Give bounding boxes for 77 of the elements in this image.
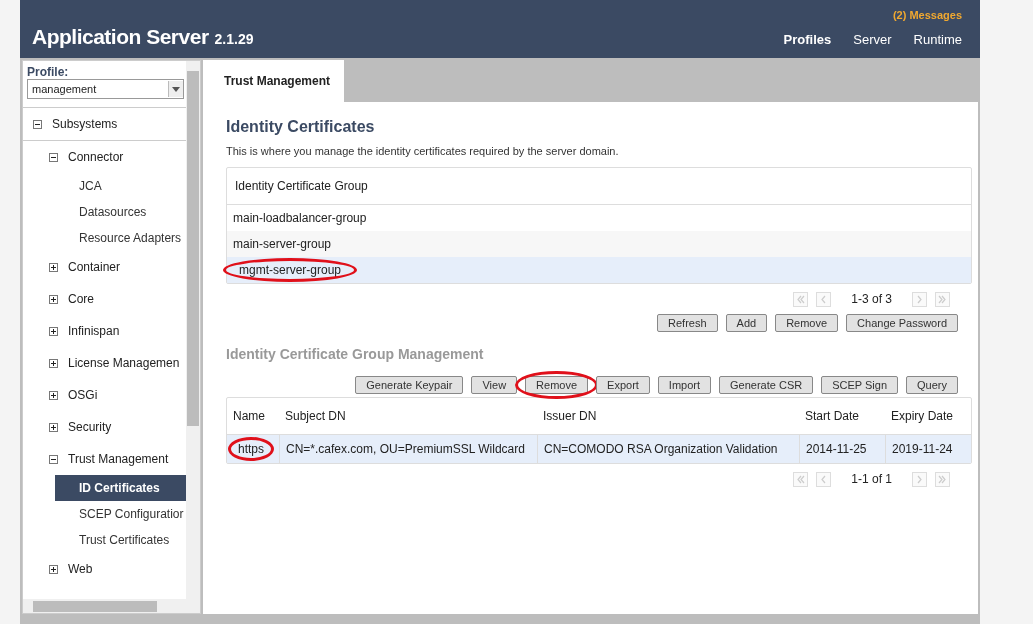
tree-item[interactable]: Container <box>68 260 121 274</box>
table-cell: CN=COMODO RSA Organization Validation <box>544 442 778 456</box>
table-cell-text: main-loadbalancer-group <box>232 211 368 225</box>
table-cell-text: mgmt-server-group <box>238 263 343 277</box>
action-button[interactable]: Add <box>725 314 768 332</box>
action-button[interactable]: Refresh <box>657 314 718 332</box>
nav-link[interactable]: Server <box>853 32 892 47</box>
expand-icon[interactable] <box>49 390 58 400</box>
expand-icon[interactable] <box>49 358 58 368</box>
action-button[interactable]: Remove <box>775 314 839 332</box>
action-button[interactable]: Generate Keypair <box>355 376 464 394</box>
table-cell: 2014-11-25 <box>806 442 867 456</box>
caret-icon <box>172 86 180 92</box>
collapse-icon[interactable] <box>33 119 42 129</box>
action-button[interactable]: Remove <box>525 376 589 394</box>
tree-item[interactable]: Resource Adapters <box>55 225 186 251</box>
column-header: Issuer DN <box>542 408 598 425</box>
double-chevron-right-icon <box>938 294 947 304</box>
double-chevron-left-icon <box>796 294 806 304</box>
profile-select[interactable]: management <box>27 79 184 99</box>
tree-item[interactable]: Core <box>68 292 94 306</box>
page-count: 1-3 of 3 <box>851 292 892 306</box>
tree-item[interactable]: JCA <box>55 173 186 199</box>
tree-item[interactable]: Subsystems <box>52 117 118 131</box>
tree-item[interactable]: Trust Management <box>68 452 169 466</box>
action-button[interactable]: SCEP Sign <box>821 376 899 394</box>
page-description: This is where you manage the identity certificates required by the server domain. <box>226 145 620 157</box>
chevron-right-icon <box>915 294 924 304</box>
nav-link[interactable]: Profiles <box>783 32 832 47</box>
tree-item[interactable]: SCEP Configuratior <box>55 501 186 527</box>
expand-icon[interactable] <box>49 294 58 304</box>
table-cell: https <box>238 442 264 456</box>
table-cell: 2019-11-24 <box>892 442 953 456</box>
table-row[interactable]: https CN=*.cafex.com, OU=PremiumSSL Wildcard CN=COMODO RSA Organization Validation 2014-11-25 2019-11-24 <box>227 435 971 463</box>
action-button[interactable]: View <box>471 376 518 394</box>
action-button[interactable]: Change Password <box>846 314 958 332</box>
double-chevron-right-icon <box>938 474 947 484</box>
app-version: 2.1.29 <box>214 31 254 47</box>
page-heading: Identity Certificates <box>226 118 376 136</box>
table-row[interactable]: main-server-group <box>227 231 971 257</box>
column-header: Name <box>232 408 266 425</box>
app-title: Application Server <box>32 25 209 48</box>
table-cell-text: main-server-group <box>232 237 333 251</box>
tree-item[interactable]: Trust Certificates <box>55 527 186 553</box>
column-header: Start Date <box>804 408 861 425</box>
tree-item[interactable]: Infinispan <box>68 324 120 338</box>
column-header: Subject DN <box>284 408 347 425</box>
action-button[interactable]: Export <box>596 376 650 394</box>
table-cell: CN=*.cafex.com, OU=PremiumSSL Wildcard <box>286 442 525 456</box>
double-chevron-left-icon <box>796 474 806 484</box>
tree-item[interactable]: Security <box>68 420 112 434</box>
tab[interactable]: Trust Management <box>203 60 345 102</box>
section-heading: Identity Certificate Group Management <box>226 346 485 362</box>
action-button[interactable]: Import <box>657 376 712 394</box>
tree-item[interactable]: License Managemen <box>68 356 180 370</box>
profile-label: Profile: <box>27 65 70 79</box>
tree-item[interactable]: Web <box>68 562 93 576</box>
tree-item[interactable]: Connector <box>68 150 124 164</box>
horizontal-scrollbar[interactable] <box>23 599 200 613</box>
tree-item[interactable]: OSGi <box>68 388 98 402</box>
vertical-scrollbar[interactable] <box>186 61 200 599</box>
column-header: Identity Certificate Group <box>234 178 369 195</box>
action-button[interactable]: Query <box>906 376 958 394</box>
nav-link[interactable]: Runtime <box>913 32 962 47</box>
column-header: Expiry Date <box>890 408 955 425</box>
chevron-right-icon <box>915 474 924 484</box>
page-count: 1-1 of 1 <box>851 472 892 486</box>
collapse-icon[interactable] <box>49 454 58 464</box>
expand-icon[interactable] <box>49 422 58 432</box>
messages-link[interactable]: (2) Messages <box>892 9 962 21</box>
tree-item[interactable]: ID Certificates <box>55 475 186 501</box>
collapse-icon[interactable] <box>49 152 58 162</box>
expand-icon[interactable] <box>49 326 58 336</box>
expand-icon[interactable] <box>49 564 58 574</box>
expand-icon[interactable] <box>49 262 58 272</box>
action-button[interactable]: Generate CSR <box>719 376 814 394</box>
tree-item[interactable]: Datasources <box>55 199 186 225</box>
